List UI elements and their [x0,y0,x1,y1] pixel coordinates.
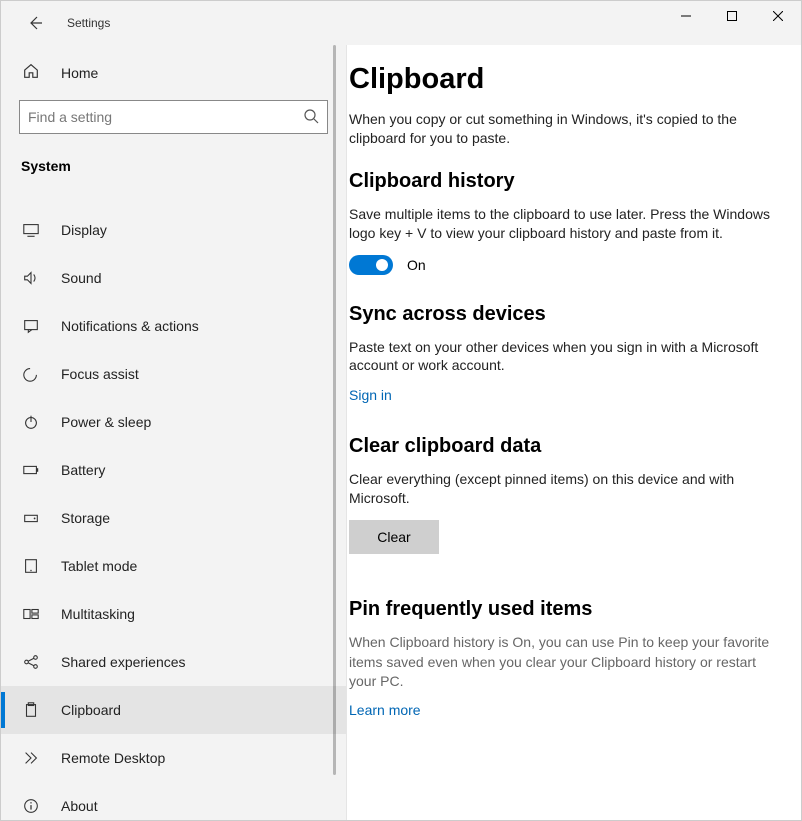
tablet-icon [21,556,41,576]
search-icon [303,108,319,127]
titlebar-left: Settings [1,1,347,45]
sync-heading: Sync across devices [349,303,777,326]
arrow-left-icon [27,15,43,31]
sidebar-item-label: Tablet mode [61,558,137,574]
sidebar-item-label: Remote Desktop [61,750,165,766]
nav-list: Display Sound Notifications & actions Fo… [1,206,346,820]
category-header: System [1,144,346,180]
sidebar-item-about[interactable]: About [1,782,346,820]
clear-heading: Clear clipboard data [349,435,777,458]
clear-button[interactable]: Clear [349,520,439,554]
sidebar-item-label: Shared experiences [61,654,186,670]
sidebar-item-multitasking[interactable]: Multitasking [1,590,346,638]
sidebar-item-sound[interactable]: Sound [1,254,346,302]
power-icon [21,412,41,432]
notifications-icon [21,316,41,336]
sidebar-item-label: Focus assist [61,366,139,382]
sidebar-item-battery[interactable]: Battery [1,446,346,494]
sidebar: Home System Display Sound [1,45,347,820]
storage-icon [21,508,41,528]
sidebar-item-power-sleep[interactable]: Power & sleep [1,398,346,446]
close-icon [773,11,783,21]
sound-icon [21,268,41,288]
sidebar-item-label: Clipboard [61,702,121,718]
sidebar-item-label: Notifications & actions [61,318,199,334]
sidebar-item-label: Multitasking [61,606,135,622]
pin-text: When Clipboard history is On, you can us… [349,633,777,692]
shared-icon [21,652,41,672]
content-area: Clipboard When you copy or cut something… [347,45,801,820]
remote-icon [21,748,41,768]
home-nav[interactable]: Home [1,51,346,94]
sidebar-item-focus-assist[interactable]: Focus assist [1,350,346,398]
sidebar-item-label: Battery [61,462,105,478]
minimize-button[interactable] [663,1,709,31]
search-box[interactable] [19,100,328,134]
titlebar: Settings [1,1,801,45]
close-button[interactable] [755,1,801,31]
home-icon [21,62,41,83]
history-toggle-row: On [349,255,777,275]
clipboard-icon [21,700,41,720]
sidebar-item-remote-desktop[interactable]: Remote Desktop [1,734,346,782]
window-title: Settings [67,16,110,30]
sidebar-item-tablet-mode[interactable]: Tablet mode [1,542,346,590]
sidebar-item-storage[interactable]: Storage [1,494,346,542]
focus-icon [21,364,41,384]
pin-heading: Pin frequently used items [349,598,777,621]
sidebar-item-label: Sound [61,270,101,286]
back-button[interactable] [21,9,49,37]
sidebar-item-label: Power & sleep [61,414,151,430]
battery-icon [21,460,41,480]
sidebar-item-label: About [61,798,98,814]
maximize-icon [727,11,737,21]
sidebar-item-shared-experiences[interactable]: Shared experiences [1,638,346,686]
sign-in-link[interactable]: Sign in [349,387,392,403]
search-input[interactable] [28,109,303,125]
sidebar-item-display[interactable]: Display [1,206,346,254]
page-title: Clipboard [349,63,777,96]
learn-more-link[interactable]: Learn more [349,702,421,718]
history-heading: Clipboard history [349,170,777,193]
history-toggle[interactable] [349,255,393,275]
settings-window: Settings Home [0,0,802,821]
window-controls [663,1,801,31]
maximize-button[interactable] [709,1,755,31]
minimize-icon [681,11,691,21]
sync-text: Paste text on your other devices when yo… [349,338,777,376]
sidebar-scrollbar[interactable] [333,45,336,775]
display-icon [21,220,41,240]
sidebar-item-label: Display [61,222,107,238]
home-label: Home [61,65,98,81]
sidebar-item-notifications[interactable]: Notifications & actions [1,302,346,350]
history-text: Save multiple items to the clipboard to … [349,205,777,243]
clear-text: Clear everything (except pinned items) o… [349,470,777,508]
sidebar-item-label: Storage [61,510,110,526]
history-toggle-state: On [407,257,426,273]
page-intro: When you copy or cut something in Window… [349,110,777,148]
toggle-knob [376,259,388,271]
multitasking-icon [21,604,41,624]
sidebar-item-clipboard[interactable]: Clipboard [1,686,346,734]
about-icon [21,796,41,816]
